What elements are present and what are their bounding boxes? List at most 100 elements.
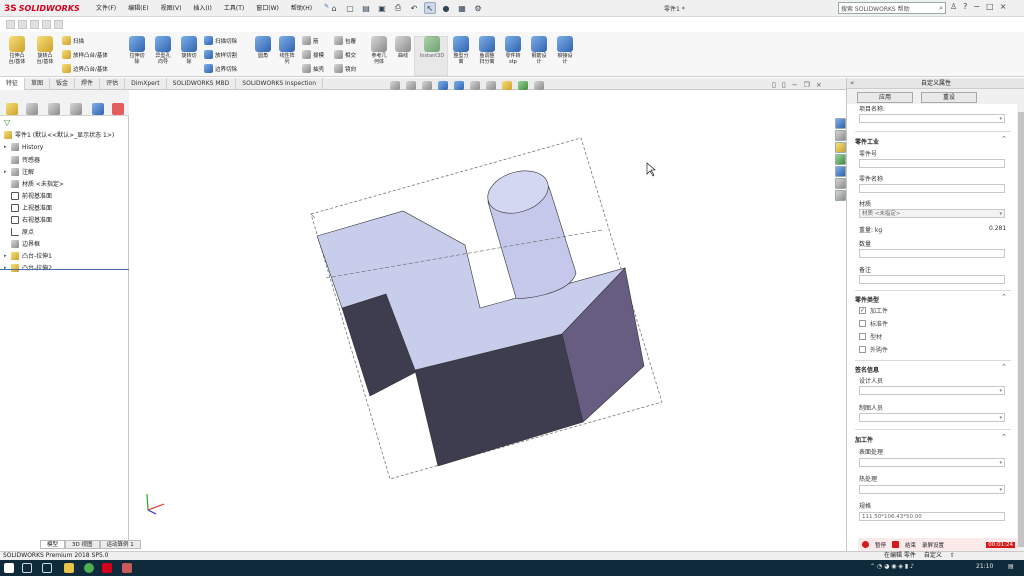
undo-icon[interactable]: ↶ [408, 2, 420, 14]
menu-file[interactable]: 文件(F) [96, 3, 116, 12]
linear-pattern-button[interactable]: 线性阵 列 [274, 36, 300, 65]
section-view-icon[interactable] [438, 81, 448, 90]
type-checkbox-purchased[interactable]: 外购件 [859, 345, 888, 354]
help-icon[interactable]: ? [963, 2, 967, 11]
solidworks-logo[interactable]: 3S SOLIDWORKS [4, 2, 82, 15]
checkbox[interactable] [859, 346, 866, 353]
tab-sketch[interactable]: 草图 [25, 78, 51, 90]
app-taskbar-icon[interactable] [122, 563, 132, 573]
menu-tools[interactable]: 工具(T) [224, 3, 244, 12]
apply-button[interactable]: 应用 [857, 92, 913, 103]
tab-inspection[interactable]: SOLIDWORKS Inspection [236, 78, 324, 90]
forum-icon[interactable] [835, 190, 846, 201]
scrollbar-thumb[interactable] [1018, 112, 1024, 547]
project-name-field[interactable]: ▾ [859, 114, 1005, 123]
drafter-field[interactable]: ▾ [859, 413, 1005, 422]
back-icon[interactable] [6, 20, 15, 29]
tree-item-top-plane[interactable]: 上视基准面 [4, 203, 52, 212]
reset-button[interactable]: 重设 [921, 92, 977, 103]
tab-weldments[interactable]: 焊件 [75, 78, 101, 90]
tab-mbd[interactable]: SOLIDWORKS MBD [167, 78, 237, 90]
open-icon[interactable]: ▤ [360, 2, 372, 14]
print-icon[interactable]: ⎙ [392, 2, 404, 14]
configuration-manager-icon[interactable] [48, 103, 60, 115]
record-settings-button[interactable]: 录屏设置 [922, 541, 944, 549]
revolve-cut-button[interactable]: 旋转切 除 [176, 36, 202, 65]
ribbon-wrap[interactable]: 包覆 [334, 36, 356, 45]
ribbon-lofted-cut[interactable]: 放样切割 [204, 50, 237, 59]
ribbon-boundary[interactable]: 边界凸台/基体 [62, 64, 108, 73]
tab-evaluate[interactable]: 评估 [100, 78, 126, 90]
ribbon-rib[interactable]: 筋 [302, 36, 319, 45]
hole-wizard-button[interactable]: 异型孔 向导 [150, 36, 176, 65]
select-pointer-icon[interactable]: ↖ [424, 2, 436, 14]
tool-icon[interactable] [42, 20, 51, 29]
ribbon-mirror[interactable]: 镜向 [334, 64, 356, 73]
tab-model[interactable]: 模型 [40, 540, 66, 549]
menu-help[interactable]: 帮助(H) [291, 3, 312, 12]
rollback-bar[interactable] [0, 269, 129, 270]
tree-item-sensors[interactable]: 传感器 [4, 155, 40, 164]
ribbon-boundary-cut[interactable]: 边界切除 [204, 64, 237, 73]
display-style-icon[interactable] [470, 81, 480, 90]
feature-tree-icon[interactable] [6, 103, 18, 115]
pause-button[interactable]: 暂停 [875, 541, 886, 549]
file-properties-icon[interactable]: ▦ [456, 2, 468, 14]
ribbon-shell[interactable]: 抽壳 [302, 64, 324, 73]
design-library-icon[interactable] [835, 130, 846, 141]
dimxpert-manager-icon[interactable] [70, 103, 82, 115]
surface-field[interactable]: ▾ [859, 458, 1005, 467]
tab-3d-view[interactable]: 3D 视图 [65, 540, 100, 549]
extrude-boss-button[interactable]: 拉伸凸 台/基体 [4, 36, 30, 65]
ribbon-loft[interactable]: 放样凸台/基体 [62, 50, 108, 59]
zoom-area-icon[interactable] [406, 81, 416, 90]
quantity-field[interactable] [859, 249, 1005, 258]
notification-icon[interactable]: ▤ [1008, 563, 1014, 570]
reference-geometry-button[interactable]: 参考几 何体 [366, 36, 392, 65]
fillet-button[interactable]: 圆角 [250, 36, 276, 59]
checkbox-checked[interactable]: ✓ [859, 307, 866, 314]
rebuild-icon[interactable]: ● [440, 2, 452, 14]
ribbon-intersect[interactable]: 相交 [334, 50, 356, 59]
part-number-field[interactable] [859, 159, 1005, 168]
previous-view-icon[interactable] [422, 81, 432, 90]
minimize-view-icon[interactable]: − [792, 81, 798, 89]
tree-item-bounding-box[interactable]: 边界框 [4, 239, 40, 248]
close-button[interactable]: × [1000, 2, 1007, 11]
tab-features[interactable]: 特征 [0, 78, 26, 90]
tool-icon-2[interactable] [54, 20, 63, 29]
menu-edit[interactable]: 编辑(E) [128, 3, 148, 12]
ribbon-draft[interactable]: 拔模 [302, 50, 324, 59]
type-checkbox-profile[interactable]: 型材 [859, 332, 882, 341]
help-search-input[interactable]: 搜索 SOLIDWORKS 帮助 ⌕ [838, 2, 946, 14]
menu-insert[interactable]: 插入(I) [193, 3, 211, 12]
end-button[interactable]: 结束 [905, 541, 916, 549]
options-gear-icon[interactable]: ⚙ [472, 2, 484, 14]
material-field[interactable]: 材质 <未指定> ▾ [859, 209, 1005, 218]
adjust-button[interactable]: 鱼调整 扫分离 [474, 36, 500, 65]
remark-field[interactable] [859, 275, 1005, 284]
convert-stp-button[interactable]: 零件转 stp [500, 36, 526, 65]
tree-item-boss-extrude1[interactable]: ▸ 凸台-拉伸1 [4, 251, 52, 260]
restore-view-icon[interactable]: ▯ [782, 81, 786, 89]
rebar-button[interactable]: 钢筋设 计 [526, 36, 552, 65]
checkbox[interactable] [859, 320, 866, 327]
filter-icon[interactable]: ▽ [4, 118, 10, 127]
file-explorer-icon[interactable] [835, 142, 846, 153]
status-arrow[interactable]: ⇧ [950, 552, 955, 560]
checkbox[interactable] [859, 333, 866, 340]
forward-icon[interactable] [18, 20, 27, 29]
custom-tab-icon[interactable] [112, 103, 124, 115]
ribbon-sweep[interactable]: 扫描 [62, 36, 84, 45]
model-view-svg[interactable] [130, 90, 846, 540]
collapse-panel-icon[interactable]: « [850, 79, 854, 87]
tab-sheet-metal[interactable]: 钣金 [50, 78, 76, 90]
panel-scrollbar[interactable] [1017, 104, 1024, 551]
maximize-button[interactable]: □ [986, 2, 994, 11]
tree-item-origin[interactable]: 原点 [4, 227, 34, 236]
type-checkbox-machined[interactable]: ✓ 加工件 [859, 306, 888, 315]
collapse-icon[interactable]: ⌃ [1001, 135, 1007, 143]
property-manager-icon[interactable] [26, 103, 38, 115]
menu-window[interactable]: 窗口(W) [256, 3, 279, 12]
status-units[interactable]: 自定义 [924, 552, 942, 560]
